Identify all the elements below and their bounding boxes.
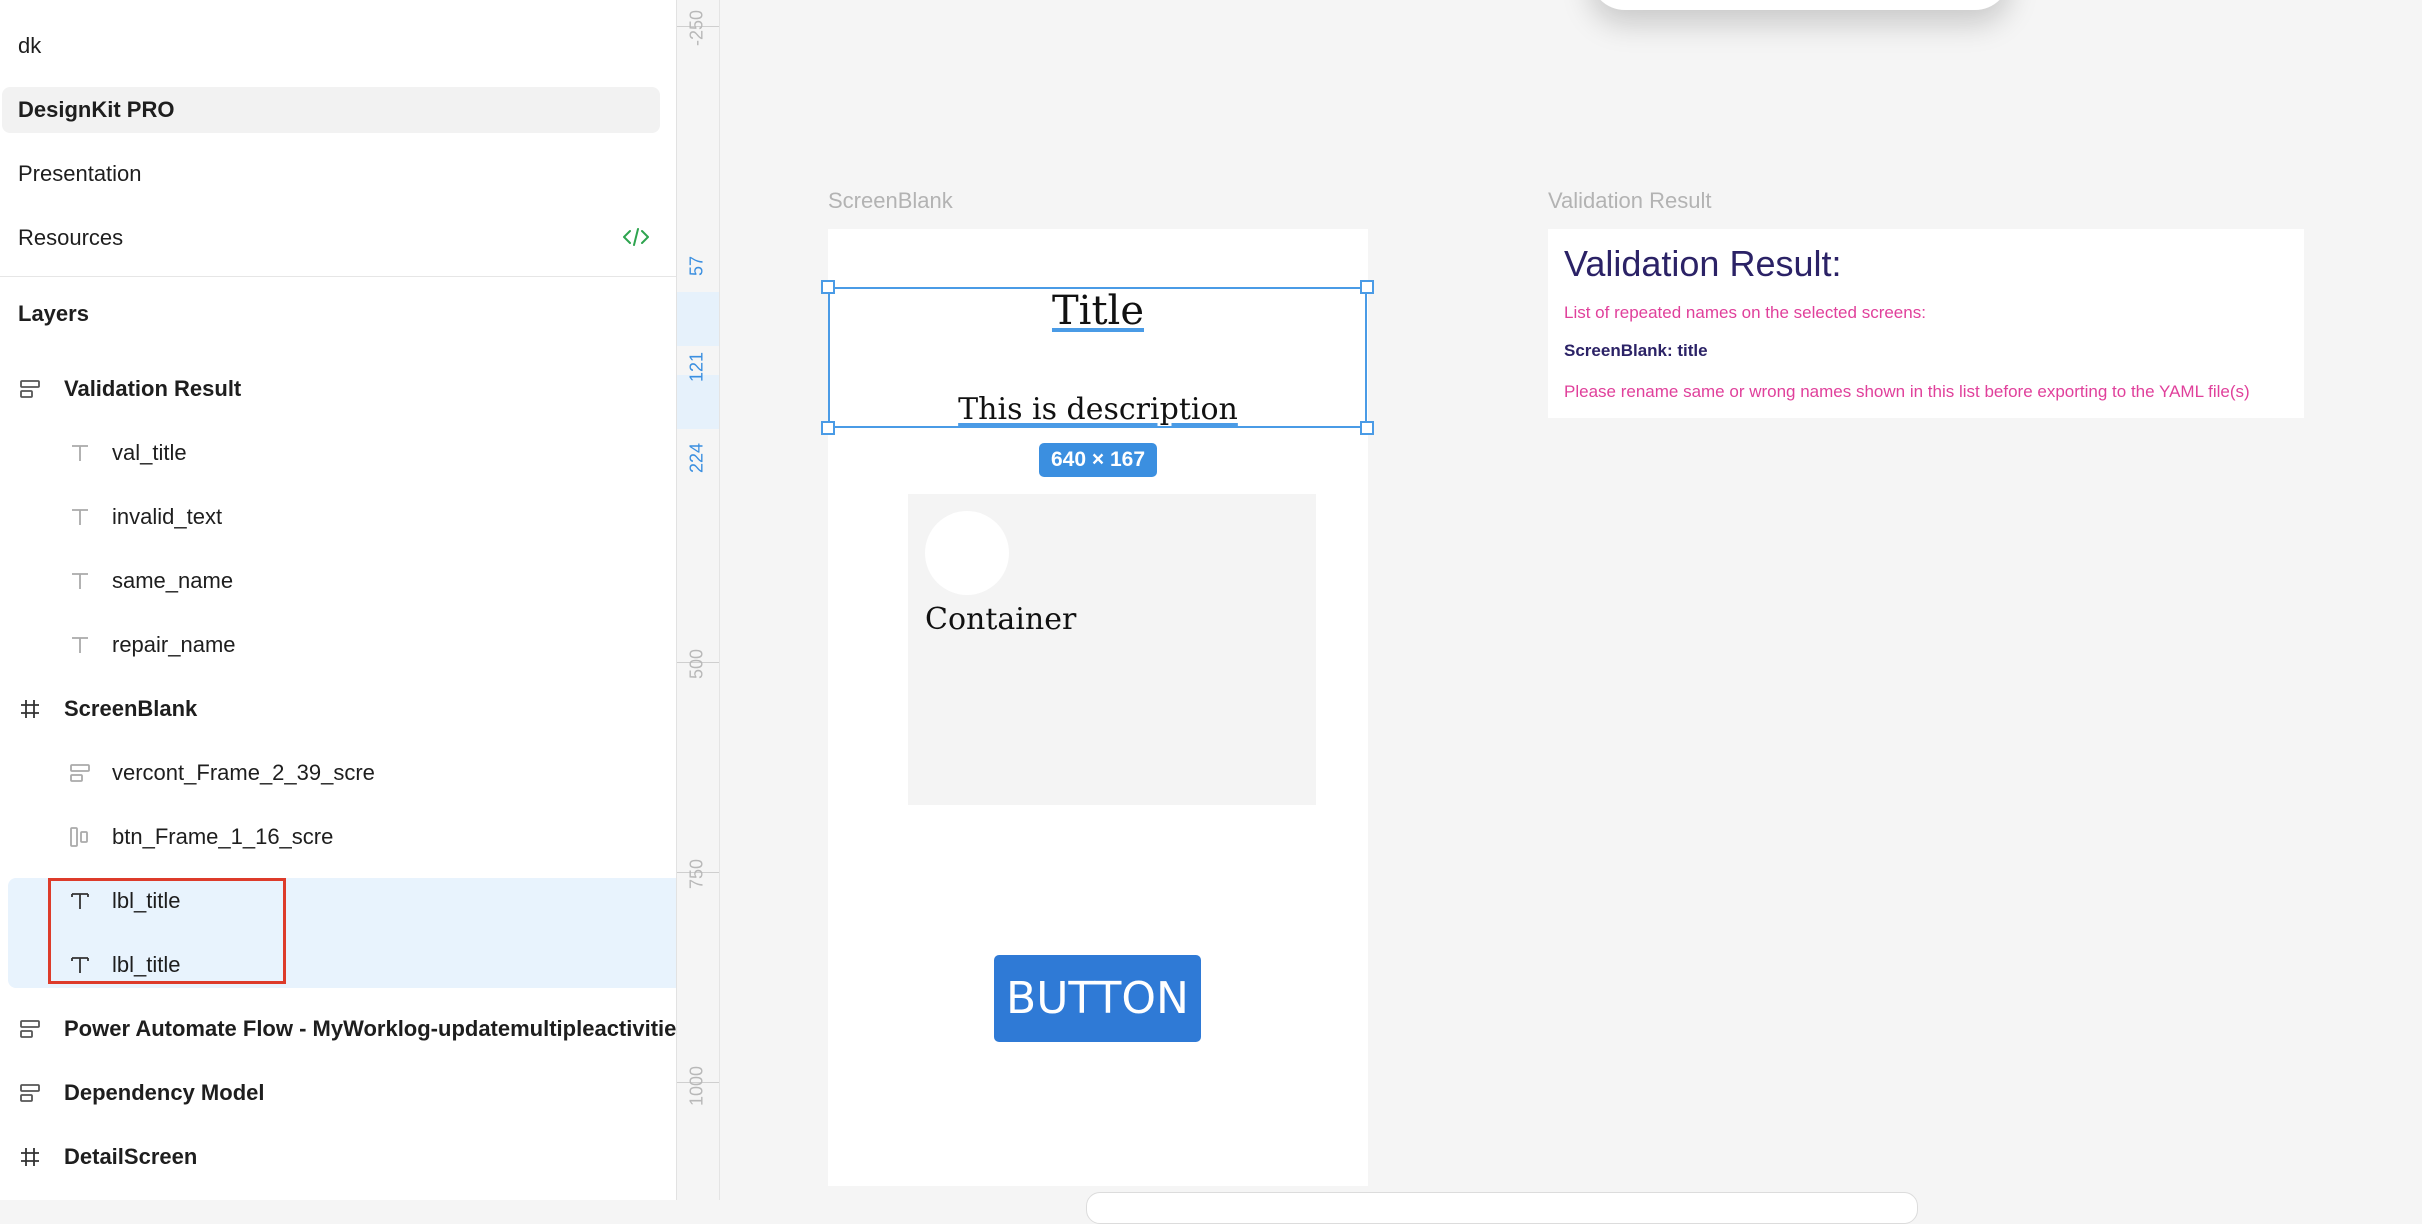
floating-panel-shadow: [1590, 0, 2010, 10]
frame-icon: [18, 1145, 42, 1169]
ruler-label: 1000: [686, 1065, 707, 1107]
page-item-presentation[interactable]: Presentation: [2, 151, 660, 197]
code-icon[interactable]: [622, 225, 650, 255]
container-label: Container: [925, 602, 1077, 637]
container-card[interactable]: Container: [908, 494, 1316, 805]
vertical-stack-icon: [18, 1081, 42, 1105]
layer-label: DetailScreen: [64, 1144, 198, 1169]
screen-button[interactable]: BUTTON: [994, 955, 1201, 1042]
text-icon: [68, 441, 92, 465]
layer-item-detailscreen[interactable]: DetailScreen: [0, 1129, 676, 1185]
layer-label: btn_Frame_1_16_scre: [112, 824, 334, 849]
page-item-resources[interactable]: Resources: [2, 215, 660, 261]
layer-item-btn-frame[interactable]: btn_Frame_1_16_scre: [0, 809, 676, 865]
layer-label: Validation Result: [64, 376, 242, 401]
resize-handle-bottom-left[interactable]: [821, 421, 835, 435]
layer-item-repair-name[interactable]: repair_name: [0, 617, 676, 673]
ruler-selection-band: [677, 375, 719, 429]
selection-size-badge: 640 × 167: [1039, 443, 1157, 477]
page-label: DesignKit PRO: [18, 97, 175, 122]
text-icon: [68, 505, 92, 529]
avatar[interactable]: [925, 511, 1009, 595]
ruler-label: 57: [686, 255, 707, 277]
sidebar-divider: [0, 276, 676, 277]
layer-item-vercont-frame[interactable]: vercont_Frame_2_39_scre: [0, 745, 676, 801]
layer-label: ScreenBlank: [64, 696, 198, 721]
ruler-label: 750: [686, 858, 707, 890]
duplicate-layers-highlight-box: [48, 878, 286, 984]
page-label: Resources: [18, 225, 124, 250]
resize-handle-top-left[interactable]: [821, 280, 835, 294]
ruler-selection-band: [677, 292, 719, 346]
vertical-ruler[interactable]: -250 57 121 224 500 750 1000: [677, 0, 720, 1200]
layer-item-dependency-model[interactable]: Dependency Model: [0, 1065, 676, 1121]
layer-label: Dependency Model: [64, 1080, 265, 1105]
frame-label-validation-result[interactable]: Validation Result: [1548, 188, 1711, 214]
layers-heading: Layers: [18, 301, 89, 326]
vertical-stack-icon: [18, 1017, 42, 1041]
ruler-label: -250: [686, 9, 707, 47]
layer-label: repair_name: [112, 632, 236, 657]
selection-box[interactable]: [828, 287, 1367, 428]
frame-label-screenblank[interactable]: ScreenBlank: [828, 188, 953, 214]
vertical-stack-icon: [18, 377, 42, 401]
layer-item-power-automate-flow[interactable]: Power Automate Flow - MyWorklog-updatemu…: [0, 1001, 676, 1057]
page-item-dk[interactable]: dk: [2, 23, 660, 69]
layer-label: Power Automate Flow - MyWorklog-updatemu…: [64, 1016, 676, 1041]
resize-handle-bottom-right[interactable]: [1360, 421, 1374, 435]
resize-handle-top-right[interactable]: [1360, 280, 1374, 294]
layer-item-same-name[interactable]: same_name: [0, 553, 676, 609]
layer-item-val-title[interactable]: val_title: [0, 425, 676, 481]
layer-label: same_name: [112, 568, 234, 593]
layer-item-screenblank[interactable]: ScreenBlank: [0, 681, 676, 737]
ruler-label: 500: [686, 648, 707, 680]
frame-icon: [18, 697, 42, 721]
ruler-label: 224: [686, 442, 707, 474]
layers-sidebar: dk DesignKit PRO Presentation Resources …: [0, 0, 677, 1200]
page-label: dk: [18, 33, 42, 58]
vertical-stack-icon: [68, 761, 92, 785]
layer-label: val_title: [112, 440, 187, 465]
validation-same-name-text: ScreenBlank: title: [1564, 341, 1708, 360]
layer-label: invalid_text: [112, 504, 223, 529]
layer-item-invalid-text[interactable]: invalid_text: [0, 489, 676, 545]
validation-heading: Validation Result:: [1564, 243, 1842, 284]
layer-item-validation-result[interactable]: Validation Result: [0, 361, 676, 417]
page-item-designkit-pro[interactable]: DesignKit PRO: [2, 87, 660, 133]
text-icon: [68, 569, 92, 593]
ruler-label: 121: [686, 351, 707, 383]
text-icon: [68, 633, 92, 657]
bottom-toolbar[interactable]: [1086, 1192, 1918, 1224]
page-label: Presentation: [18, 161, 142, 186]
validation-result-frame[interactable]: Validation Result: List of repeated name…: [1548, 229, 2304, 418]
horizontal-stack-icon: [68, 825, 92, 849]
validation-repeated-names-text: List of repeated names on the selected s…: [1564, 303, 1926, 322]
validation-repair-text: Please rename same or wrong names shown …: [1564, 382, 2250, 401]
layer-label: vercont_Frame_2_39_scre: [112, 760, 375, 785]
